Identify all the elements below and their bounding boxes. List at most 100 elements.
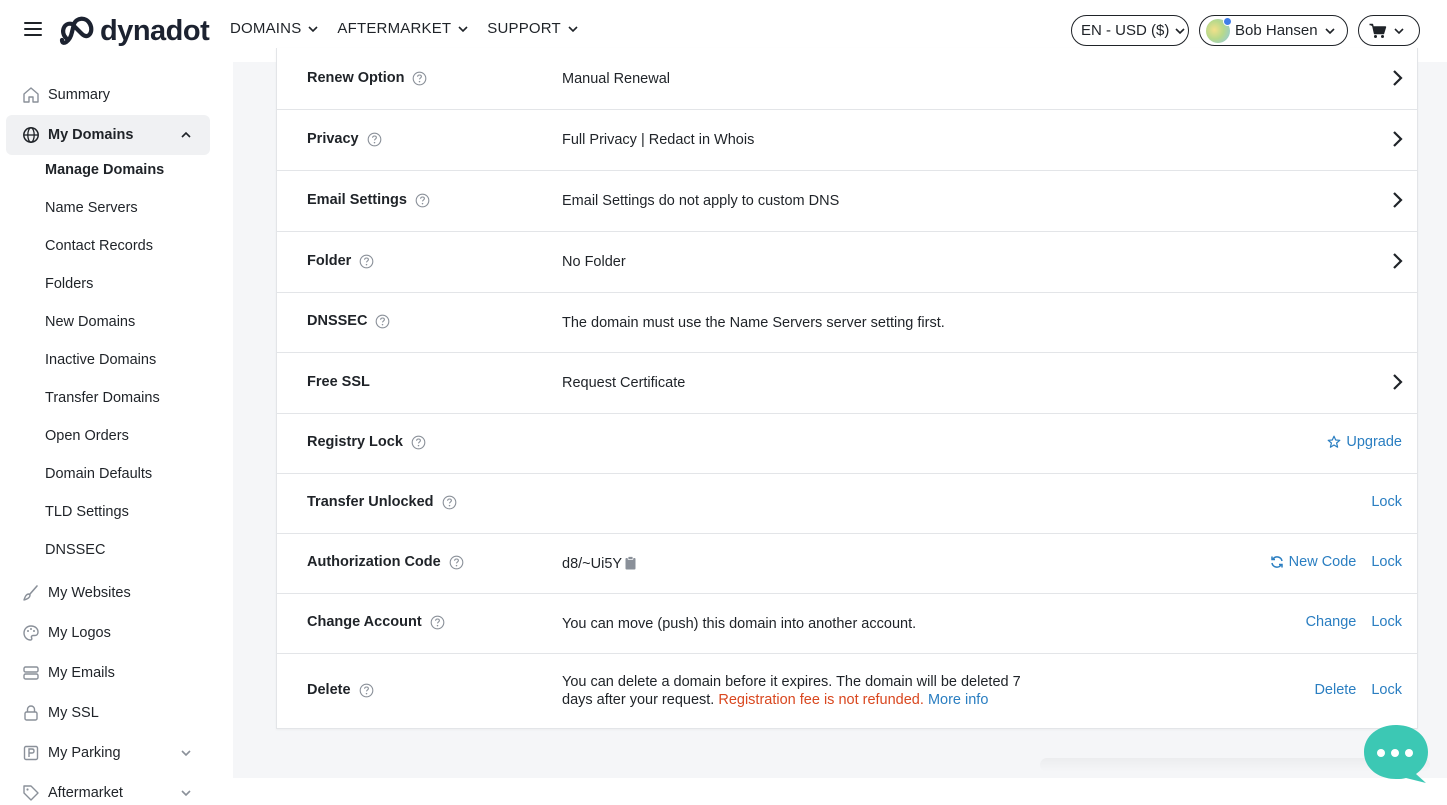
help-icon[interactable]	[449, 555, 464, 570]
setting-label: Registry Lock	[307, 434, 426, 450]
sidebar-item-label: My Websites	[48, 585, 131, 601]
sidebar: Summary My Domains Manage Domains Name S…	[0, 62, 233, 805]
delete-link[interactable]: Delete	[1314, 682, 1356, 698]
setting-actions: New Code Lock	[1270, 554, 1402, 570]
chevron-right-icon[interactable]	[1391, 373, 1403, 391]
chevron-right-icon[interactable]	[1391, 191, 1403, 209]
avatar	[1206, 16, 1232, 43]
sidebar-sub-tld-settings[interactable]: TLD Settings	[45, 504, 129, 520]
star-icon	[1327, 435, 1341, 448]
new-code-link[interactable]: New Code	[1270, 554, 1356, 570]
help-icon[interactable]	[412, 71, 427, 86]
language-currency-selector[interactable]: EN - USD ($)	[1071, 15, 1189, 46]
setting-label-text: Change Account	[307, 614, 422, 630]
server-icon	[23, 666, 39, 680]
sidebar-item-label: My Domains	[48, 127, 134, 143]
setting-row-privacy[interactable]: Privacy Full Privacy | Redact in Whois	[277, 110, 1417, 171]
language-currency-label: EN - USD ($)	[1081, 22, 1170, 39]
sidebar-item-aftermarket[interactable]: Aftermarket	[6, 773, 210, 805]
setting-value: The domain must use the Name Servers ser…	[562, 315, 945, 331]
chevron-right-icon[interactable]	[1391, 69, 1403, 87]
sidebar-item-label: My SSL	[48, 705, 99, 721]
chevron-down-icon	[181, 750, 191, 757]
setting-row-renew-option[interactable]: Renew Option Manual Renewal	[277, 48, 1417, 110]
help-icon[interactable]	[375, 314, 390, 329]
sidebar-sub-manage-domains[interactable]: Manage Domains	[45, 162, 164, 178]
cart-menu[interactable]	[1358, 15, 1420, 46]
sidebar-item-my-logos[interactable]: My Logos	[6, 613, 210, 653]
setting-label-text: Delete	[307, 682, 351, 698]
auth-code-value-wrap: d8/~Ui5Y	[562, 555, 636, 573]
hamburger-icon[interactable]	[24, 22, 42, 40]
sidebar-sub-transfer-domains[interactable]: Transfer Domains	[45, 390, 160, 406]
sidebar-item-label: My Parking	[48, 745, 121, 761]
setting-row-delete: Delete You can delete a domain before it…	[277, 654, 1417, 728]
upgrade-link[interactable]: Upgrade	[1327, 434, 1402, 450]
lock-link[interactable]: Lock	[1371, 682, 1402, 698]
nav-support[interactable]: SUPPORT	[487, 20, 579, 37]
chevron-right-icon[interactable]	[1391, 130, 1403, 148]
help-icon[interactable]	[367, 132, 382, 147]
nav-aftermarket[interactable]: AFTERMARKET	[337, 20, 469, 37]
help-icon[interactable]	[359, 683, 374, 698]
setting-actions: Delete Lock	[1314, 682, 1402, 698]
lock-link[interactable]: Lock	[1371, 554, 1402, 570]
clipboard-icon[interactable]	[625, 556, 636, 570]
setting-actions: Lock	[1371, 494, 1402, 510]
user-menu[interactable]: Bob Hansen	[1199, 15, 1348, 46]
chevron-right-icon[interactable]	[1391, 252, 1403, 270]
setting-label-text: Free SSL	[307, 374, 370, 390]
sidebar-item-my-ssl[interactable]: My SSL	[6, 693, 210, 733]
chevron-down-icon	[1175, 27, 1185, 34]
setting-label-text: Transfer Unlocked	[307, 494, 434, 510]
sidebar-sub-open-orders[interactable]: Open Orders	[45, 428, 129, 444]
setting-label-text: Authorization Code	[307, 554, 441, 570]
nav-aftermarket-label: AFTERMARKET	[337, 20, 452, 37]
palette-icon	[23, 625, 39, 641]
sidebar-item-my-domains[interactable]: My Domains	[6, 115, 210, 155]
logo-text: dynadot	[100, 14, 210, 47]
help-icon[interactable]	[430, 615, 445, 630]
home-icon	[23, 87, 39, 103]
help-icon[interactable]	[411, 435, 426, 450]
brush-icon	[23, 585, 38, 601]
lock-link[interactable]: Lock	[1371, 494, 1402, 510]
setting-label: Renew Option	[307, 70, 427, 86]
more-info-link[interactable]: More info	[928, 692, 988, 708]
chevron-down-icon	[1324, 27, 1335, 34]
setting-label-text: DNSSEC	[307, 313, 368, 329]
help-icon[interactable]	[359, 254, 374, 269]
delete-description: You can delete a domain before it expire…	[562, 673, 1021, 709]
setting-label-text: Renew Option	[307, 70, 405, 86]
sidebar-sub-dnssec[interactable]: DNSSEC	[45, 542, 105, 558]
delete-text-line1: You can delete a domain before it expire…	[562, 674, 1021, 690]
chevron-down-icon	[308, 25, 318, 32]
cart-icon	[1369, 23, 1387, 38]
setting-actions: Change Lock	[1306, 614, 1402, 630]
help-icon[interactable]	[442, 495, 457, 510]
help-icon[interactable]	[415, 193, 430, 208]
dynadot-logo-icon	[59, 16, 94, 45]
sidebar-sub-new-domains[interactable]: New Domains	[45, 314, 135, 330]
chevron-down-icon	[568, 25, 578, 32]
sidebar-item-summary[interactable]: Summary	[6, 75, 210, 115]
setting-label: Delete	[307, 682, 374, 698]
change-link[interactable]: Change	[1306, 614, 1357, 630]
sidebar-sub-contact-records[interactable]: Contact Records	[45, 238, 153, 254]
setting-row-email-settings[interactable]: Email Settings Email Settings do not app…	[277, 171, 1417, 232]
refresh-icon	[1270, 556, 1283, 568]
globe-icon	[23, 127, 39, 143]
setting-row-free-ssl[interactable]: Free SSL Request Certificate	[277, 353, 1417, 414]
logo[interactable]: dynadot	[58, 12, 210, 50]
nav-domains[interactable]: DOMAINS	[230, 20, 319, 37]
sidebar-item-my-parking[interactable]: My Parking	[6, 733, 210, 773]
sidebar-item-my-emails[interactable]: My Emails	[6, 653, 210, 693]
sidebar-item-my-websites[interactable]: My Websites	[6, 573, 210, 613]
sidebar-sub-inactive-domains[interactable]: Inactive Domains	[45, 352, 156, 368]
setting-row-folder[interactable]: Folder No Folder	[277, 232, 1417, 293]
sidebar-sub-folders[interactable]: Folders	[45, 276, 93, 292]
sidebar-sub-name-servers[interactable]: Name Servers	[45, 200, 138, 216]
chat-bubble-icon[interactable]	[1362, 723, 1430, 785]
lock-link[interactable]: Lock	[1371, 614, 1402, 630]
sidebar-sub-domain-defaults[interactable]: Domain Defaults	[45, 466, 152, 482]
